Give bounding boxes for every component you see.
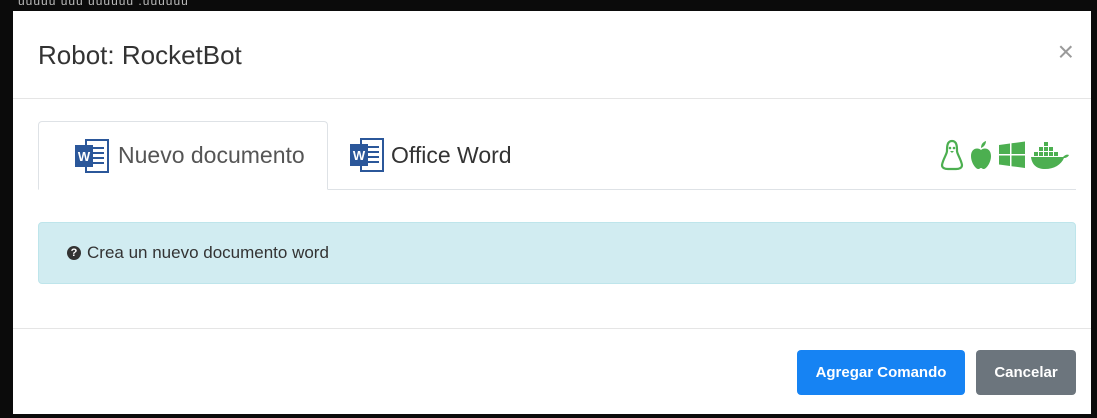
tab-label: Office Word bbox=[391, 141, 512, 168]
close-icon[interactable]: × bbox=[1058, 38, 1074, 66]
tab-office-word[interactable]: W Office Word bbox=[327, 121, 527, 189]
tab-nuevo-documento[interactable]: W Nuevo documento bbox=[38, 121, 328, 190]
modal-footer: Agregar Comando Cancelar bbox=[13, 328, 1091, 415]
screen-border-top: uuuuu uuu uuuuuu .uuuuuu bbox=[0, 0, 1097, 11]
background-window-text: uuuuu uuu uuuuuu .uuuuuu bbox=[18, 0, 189, 8]
add-command-button[interactable]: Agregar Comando bbox=[797, 350, 965, 395]
modal-header: Robot: RocketBot × bbox=[13, 11, 1091, 99]
word-document-icon: W bbox=[350, 138, 384, 172]
alert-text: Crea un nuevo documento word bbox=[87, 243, 329, 262]
word-document-icon: W bbox=[75, 138, 109, 173]
question-circle-icon: ? bbox=[67, 246, 81, 260]
command-tabs: W Nuevo documento W Office Word bbox=[38, 121, 1076, 190]
windows-icon bbox=[999, 141, 1025, 168]
svg-text:W: W bbox=[353, 148, 366, 163]
screen-border-left bbox=[0, 0, 13, 418]
apple-icon bbox=[971, 141, 991, 169]
modal-title: Robot: RocketBot bbox=[38, 40, 242, 70]
docker-icon bbox=[1031, 142, 1069, 169]
linux-icon bbox=[940, 139, 964, 171]
tab-label: Nuevo documento bbox=[118, 142, 305, 168]
info-alert: ? Crea un nuevo documento word bbox=[38, 222, 1076, 284]
svg-text:W: W bbox=[78, 149, 91, 164]
command-modal: Robot: RocketBot × W Nuevo documento W O… bbox=[13, 11, 1091, 414]
os-compatibility-icons bbox=[939, 137, 1070, 173]
cancel-button[interactable]: Cancelar bbox=[976, 350, 1076, 395]
screen-border-right bbox=[1091, 0, 1097, 418]
